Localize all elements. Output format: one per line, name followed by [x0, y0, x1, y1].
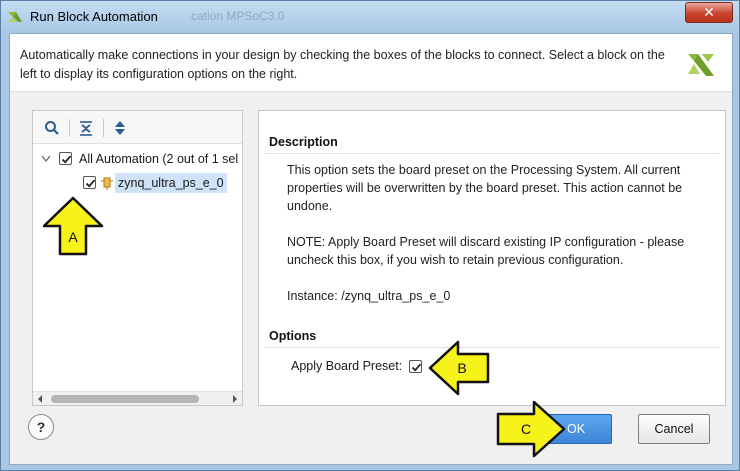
instance-text: Instance: /zynq_ultra_ps_e_0 — [287, 289, 451, 303]
background-window-title: cation MPSoC3.0 — [191, 9, 285, 23]
cancel-button[interactable]: Cancel — [638, 414, 710, 444]
ip-block-icon — [101, 177, 113, 190]
callout-arrow-b: B — [428, 340, 490, 396]
all-automation-label: All Automation (2 out of 1 sel — [79, 152, 239, 166]
configuration-panel: Description This option sets the board p… — [258, 110, 726, 406]
horizontal-scrollbar[interactable] — [33, 391, 242, 405]
all-automation-checkbox[interactable] — [59, 152, 72, 165]
tree-toolbar — [33, 111, 242, 144]
description-heading: Description — [269, 135, 338, 149]
section-divider — [265, 153, 719, 154]
chevron-down-icon[interactable] — [41, 155, 51, 163]
close-button[interactable]: ✕ — [685, 2, 733, 23]
callout-label-b: B — [457, 360, 466, 376]
note-text: NOTE: Apply Board Preset will discard ex… — [287, 235, 685, 267]
callout-arrow-a: A — [42, 196, 104, 256]
title-bar[interactable]: Run Block Automation cation MPSoC3.0 ✕ — [1, 1, 739, 33]
vivado-logo-icon — [688, 54, 714, 76]
toolbar-separator — [69, 119, 70, 137]
window-title: Run Block Automation — [30, 9, 158, 24]
expand-all-icon[interactable] — [111, 119, 129, 137]
callout-label-c: C — [521, 421, 531, 437]
vivado-logo-icon — [8, 12, 22, 22]
callout-label-a: A — [68, 229, 78, 245]
collapse-all-icon[interactable] — [77, 119, 95, 137]
callout-arrow-c: C — [496, 400, 566, 458]
dialog-body: Automatically make connections in your d… — [9, 33, 733, 465]
block-tree-panel: All Automation (2 out of 1 sel zynq_ultr… — [32, 110, 243, 406]
scroll-left-icon[interactable] — [36, 395, 44, 403]
checkmark-icon — [411, 363, 422, 372]
header-description: Automatically make connections in your d… — [20, 48, 665, 81]
apply-board-preset-checkbox[interactable] — [409, 360, 422, 373]
help-button[interactable]: ? — [28, 414, 54, 440]
apply-board-preset-label: Apply Board Preset: — [291, 359, 403, 373]
description-text: This option sets the board preset on the… — [287, 163, 683, 213]
search-icon[interactable] — [43, 119, 61, 137]
toolbar-separator — [103, 119, 104, 137]
checkmark-icon — [61, 155, 72, 164]
zynq-checkbox[interactable] — [83, 176, 96, 189]
zynq-label: zynq_ultra_ps_e_0 — [115, 173, 227, 193]
dialog-window: Run Block Automation cation MPSoC3.0 ✕ A… — [0, 0, 740, 471]
options-heading: Options — [269, 329, 317, 343]
scroll-right-icon[interactable] — [231, 395, 239, 403]
section-divider — [265, 347, 719, 348]
dialog-header: Automatically make connections in your d… — [10, 34, 732, 92]
checkmark-icon — [85, 179, 96, 188]
scrollbar-thumb[interactable] — [51, 395, 199, 403]
